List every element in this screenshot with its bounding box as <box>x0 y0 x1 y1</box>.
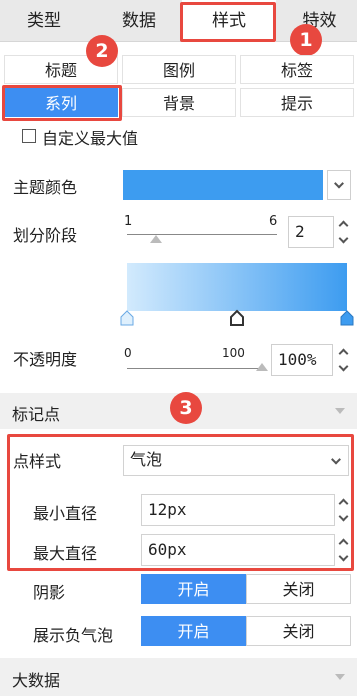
negative-bubble-label: 展示负气泡 <box>33 626 114 645</box>
big-data-section-header[interactable]: 大数据 <box>0 658 357 696</box>
segments-value: 2 <box>295 222 305 241</box>
stepper-up-icon[interactable] <box>338 220 349 231</box>
opacity-label: 不透明度 <box>13 350 78 369</box>
sub-tab-grid: 标题 图例 标签 系列 背景 提示 <box>4 55 354 119</box>
gradient-stop-start[interactable] <box>120 310 134 326</box>
theme-color-swatch[interactable] <box>123 170 323 200</box>
subtab-tooltip[interactable]: 提示 <box>240 88 354 117</box>
gradient-stop-end[interactable] <box>340 310 354 326</box>
subtab-label[interactable]: 标签 <box>240 55 354 84</box>
step-badge-2: 2 <box>86 35 118 67</box>
stepper-up-icon[interactable] <box>338 498 349 509</box>
opacity-max: 100 <box>222 346 245 360</box>
opacity-stepper[interactable] <box>335 344 353 376</box>
opacity-slider-handle[interactable] <box>256 363 268 371</box>
shadow-label: 阴影 <box>33 583 66 602</box>
segments-stepper[interactable] <box>335 216 353 248</box>
marker-section-title: 标记点 <box>12 405 61 424</box>
segments-slider-handle[interactable] <box>150 235 162 243</box>
step-badge-3: 3 <box>170 392 202 424</box>
point-style-value: 气泡 <box>130 450 163 469</box>
theme-color-dropdown[interactable] <box>327 170 351 200</box>
point-style-label: 点样式 <box>13 452 62 471</box>
chevron-down-icon <box>331 454 341 465</box>
negative-bubble-toggle: 开启 关闭 <box>141 616 351 646</box>
tab-type[interactable]: 类型 <box>0 0 88 42</box>
theme-color-label: 主题颜色 <box>13 178 78 197</box>
stepper-down-icon[interactable] <box>338 233 349 244</box>
max-diameter-stepper[interactable] <box>335 534 353 566</box>
point-style-select[interactable]: 气泡 <box>123 445 349 476</box>
subtab-background[interactable]: 背景 <box>122 88 236 117</box>
custom-max-label: 自定义最大值 <box>42 129 139 148</box>
segments-max: 6 <box>269 214 278 229</box>
gradient-stops <box>120 309 354 326</box>
min-diameter-stepper[interactable] <box>335 494 353 526</box>
subtab-series[interactable]: 系列 <box>4 88 118 117</box>
min-diameter-input[interactable]: 12px <box>141 494 335 526</box>
custom-max-checkbox[interactable] <box>22 129 36 143</box>
min-diameter-label: 最小直径 <box>33 504 98 523</box>
negative-bubble-on-button[interactable]: 开启 <box>141 616 246 646</box>
big-data-section-title: 大数据 <box>12 671 61 690</box>
max-diameter-input[interactable]: 60px <box>141 534 335 566</box>
opacity-min: 0 <box>124 346 132 360</box>
collapse-caret-icon <box>335 408 345 414</box>
stepper-down-icon[interactable] <box>338 551 349 562</box>
max-diameter-label: 最大直径 <box>33 544 98 563</box>
opacity-input[interactable]: 100% <box>271 344 333 376</box>
segments-input[interactable]: 2 <box>288 216 334 248</box>
segments-label: 划分阶段 <box>13 226 78 245</box>
shadow-on-button[interactable]: 开启 <box>141 574 246 604</box>
gradient-preview <box>127 263 347 311</box>
step-badge-1: 1 <box>290 24 322 56</box>
stepper-down-icon[interactable] <box>338 361 349 372</box>
stepper-up-icon[interactable] <box>338 348 349 359</box>
collapse-caret-icon <box>335 674 345 680</box>
negative-bubble-off-button[interactable]: 关闭 <box>246 616 351 646</box>
point-style-dropdown[interactable] <box>324 446 348 475</box>
gradient-stop-middle[interactable] <box>230 309 244 326</box>
chevron-down-icon <box>334 178 344 189</box>
stepper-up-icon[interactable] <box>338 538 349 549</box>
tab-style[interactable]: 样式 <box>182 0 276 43</box>
shadow-off-button[interactable]: 关闭 <box>246 574 351 604</box>
shadow-toggle: 开启 关闭 <box>141 574 351 604</box>
subtab-legend[interactable]: 图例 <box>122 55 236 84</box>
opacity-value: 100% <box>278 350 317 369</box>
stepper-down-icon[interactable] <box>338 511 349 522</box>
segments-min: 1 <box>124 214 133 229</box>
opacity-slider-track <box>127 368 264 369</box>
